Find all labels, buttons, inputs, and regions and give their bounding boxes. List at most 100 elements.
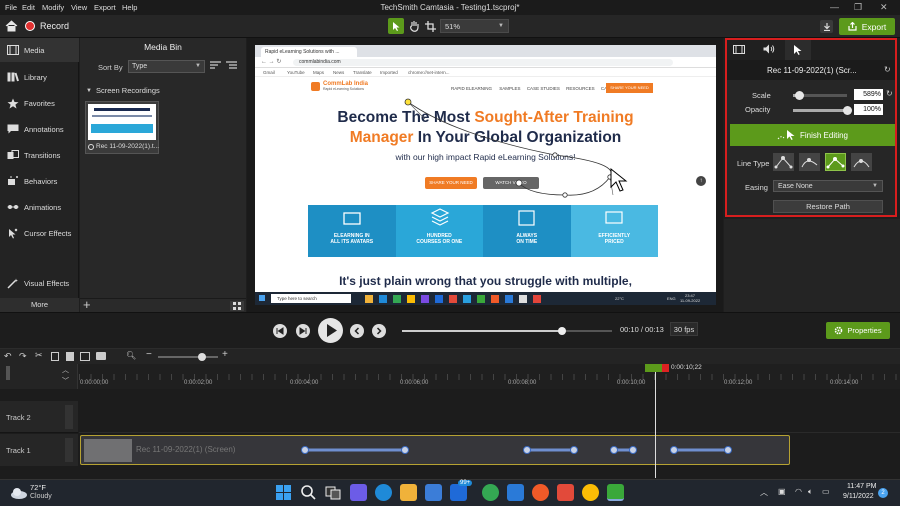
start-icon[interactable] <box>275 484 292 501</box>
opacity-input[interactable]: 100% <box>854 104 883 115</box>
previous-marker-button[interactable] <box>350 324 364 338</box>
mail-icon[interactable]: 99+ <box>450 480 473 501</box>
media-clip[interactable]: Rec 11-09-2022(1).t... <box>85 101 159 154</box>
task-view-icon[interactable] <box>325 484 342 501</box>
volume-icon[interactable]: 🔈︎ <box>808 487 813 497</box>
track-lock-icon[interactable] <box>65 405 73 429</box>
sort-order-icon[interactable] <box>210 61 222 72</box>
track-1-header[interactable]: Track 1 <box>0 434 78 466</box>
store-icon[interactable] <box>425 484 442 501</box>
nav-visual-effects[interactable]: Visual Effects <box>0 271 79 295</box>
menu-view[interactable]: View <box>71 3 87 12</box>
nav-favorites[interactable]: Favorites <box>0 91 79 115</box>
timeline-tracks[interactable]: Track 2 Track 1 Rec 11-09-2022(1) (Scree… <box>0 389 900 479</box>
record-button[interactable]: Record <box>25 19 69 33</box>
cut-icon[interactable]: ✂ <box>35 350 43 361</box>
undo-icon[interactable]: ↶ <box>4 351 12 362</box>
visual-properties-tab[interactable] <box>733 45 745 56</box>
zoom-icon[interactable]: 🔍︎ <box>126 351 136 360</box>
playback-scrubber[interactable] <box>402 327 612 335</box>
menu-file[interactable]: File <box>5 3 17 12</box>
download-icon[interactable] <box>820 20 833 33</box>
menu-help[interactable]: Help <box>122 3 137 12</box>
brave-icon[interactable] <box>557 484 574 501</box>
menu-export[interactable]: Export <box>94 3 116 12</box>
scale-input[interactable]: 589% <box>854 89 883 100</box>
firefox-icon[interactable] <box>532 484 549 501</box>
chevron-up-icon[interactable]: ︿ <box>62 365 69 375</box>
close-icon[interactable]: ✕ <box>880 2 888 13</box>
fps-selector[interactable]: 30 fps <box>670 322 698 336</box>
nav-behaviors[interactable]: Behaviors <box>0 169 79 193</box>
chevron-down-icon[interactable]: ﹀ <box>62 376 69 386</box>
zoom-out-icon[interactable]: − <box>146 349 152 360</box>
line-type-curve[interactable] <box>799 153 820 171</box>
easing-dropdown[interactable]: Ease None ▼ <box>773 180 883 192</box>
pan-tool-icon[interactable] <box>406 18 422 34</box>
next-marker-button[interactable] <box>372 324 386 338</box>
recorded-browser[interactable]: Rapid eLearning Solutions with ... ← → ↻… <box>255 45 716 305</box>
nav-transitions[interactable]: Transitions <box>0 143 79 167</box>
play-button[interactable] <box>318 318 343 343</box>
track-2-lane[interactable] <box>79 401 900 433</box>
playhead-handle[interactable] <box>645 364 669 372</box>
notification-badge[interactable]: 2 <box>878 488 888 498</box>
track-height-icon[interactable] <box>6 366 10 380</box>
nav-media[interactable]: Media <box>0 38 79 62</box>
nav-library[interactable]: Library <box>0 65 79 89</box>
restore-icon[interactable]: ❐ <box>854 2 862 13</box>
motion-path[interactable] <box>255 45 716 305</box>
reset-icon[interactable]: ↻ <box>884 65 891 74</box>
audio-properties-tab[interactable] <box>763 44 775 56</box>
step-back-button[interactable] <box>273 324 287 338</box>
export-button[interactable]: Export <box>839 18 895 35</box>
cursor-properties-tab[interactable] <box>785 40 811 60</box>
tray-app-icon[interactable]: ▣ <box>778 487 786 496</box>
file-explorer-icon[interactable] <box>400 484 417 501</box>
edge-icon[interactable] <box>375 484 392 501</box>
opacity-slider-handle[interactable] <box>843 106 852 115</box>
nav-animations[interactable]: Animations <box>0 195 79 219</box>
opacity-slider[interactable] <box>793 106 852 115</box>
menu-modify[interactable]: Modify <box>42 3 64 12</box>
grid-view-icon[interactable] <box>230 301 244 311</box>
crop-tool-icon[interactable] <box>422 18 438 34</box>
chrome-canary-icon[interactable] <box>582 484 599 501</box>
chrome-icon[interactable] <box>482 484 499 501</box>
snapshot-icon[interactable] <box>96 352 106 360</box>
zoom-in-icon[interactable]: + <box>222 349 228 360</box>
camtasia-icon[interactable] <box>607 484 624 501</box>
screen-recordings-group[interactable]: ▼ Screen Recordings <box>86 86 160 95</box>
select-tool-icon[interactable] <box>388 18 404 34</box>
scrubber-handle[interactable] <box>558 327 566 335</box>
timeline-ruler[interactable]: ︿ ﹀ <box>0 364 900 389</box>
nav-cursor-effects[interactable]: Cursor Effects <box>0 221 79 245</box>
notes-icon[interactable] <box>507 484 524 501</box>
line-type-smooth[interactable] <box>851 153 872 171</box>
split-icon[interactable] <box>80 352 90 361</box>
scale-slider[interactable] <box>793 91 847 100</box>
timeline-zoom-slider[interactable] <box>158 353 218 361</box>
nav-annotations[interactable]: Annotations <box>0 117 79 141</box>
home-icon[interactable] <box>4 19 18 33</box>
track-2-header[interactable]: Track 2 <box>0 401 78 433</box>
wifi-icon[interactable]: ◠ <box>795 487 802 496</box>
paste-icon[interactable] <box>66 352 74 361</box>
finish-editing-button[interactable]: Finish Editing <box>730 124 895 146</box>
step-forward-button[interactable] <box>296 324 310 338</box>
copy-icon[interactable] <box>51 352 59 361</box>
zoom-dropdown[interactable]: 51% ▼ <box>440 19 509 33</box>
add-icon[interactable]: + <box>83 297 91 312</box>
restore-path-button[interactable]: Restore Path <box>773 200 883 213</box>
zoom-slider-handle[interactable] <box>198 353 206 361</box>
minimize-icon[interactable]: — <box>830 2 839 12</box>
scale-reset-icon[interactable]: ↻ <box>886 89 893 98</box>
search-icon[interactable] <box>300 484 317 501</box>
line-type-angle[interactable] <box>825 153 846 171</box>
sort-dropdown[interactable]: Type ▼ <box>128 60 205 73</box>
more-button[interactable]: More <box>0 298 79 312</box>
tray-chevron-icon[interactable]: ︿ <box>760 487 768 498</box>
line-type-straight[interactable] <box>773 153 794 171</box>
menu-edit[interactable]: Edit <box>22 3 35 12</box>
cursor-keyframes[interactable] <box>80 443 790 457</box>
